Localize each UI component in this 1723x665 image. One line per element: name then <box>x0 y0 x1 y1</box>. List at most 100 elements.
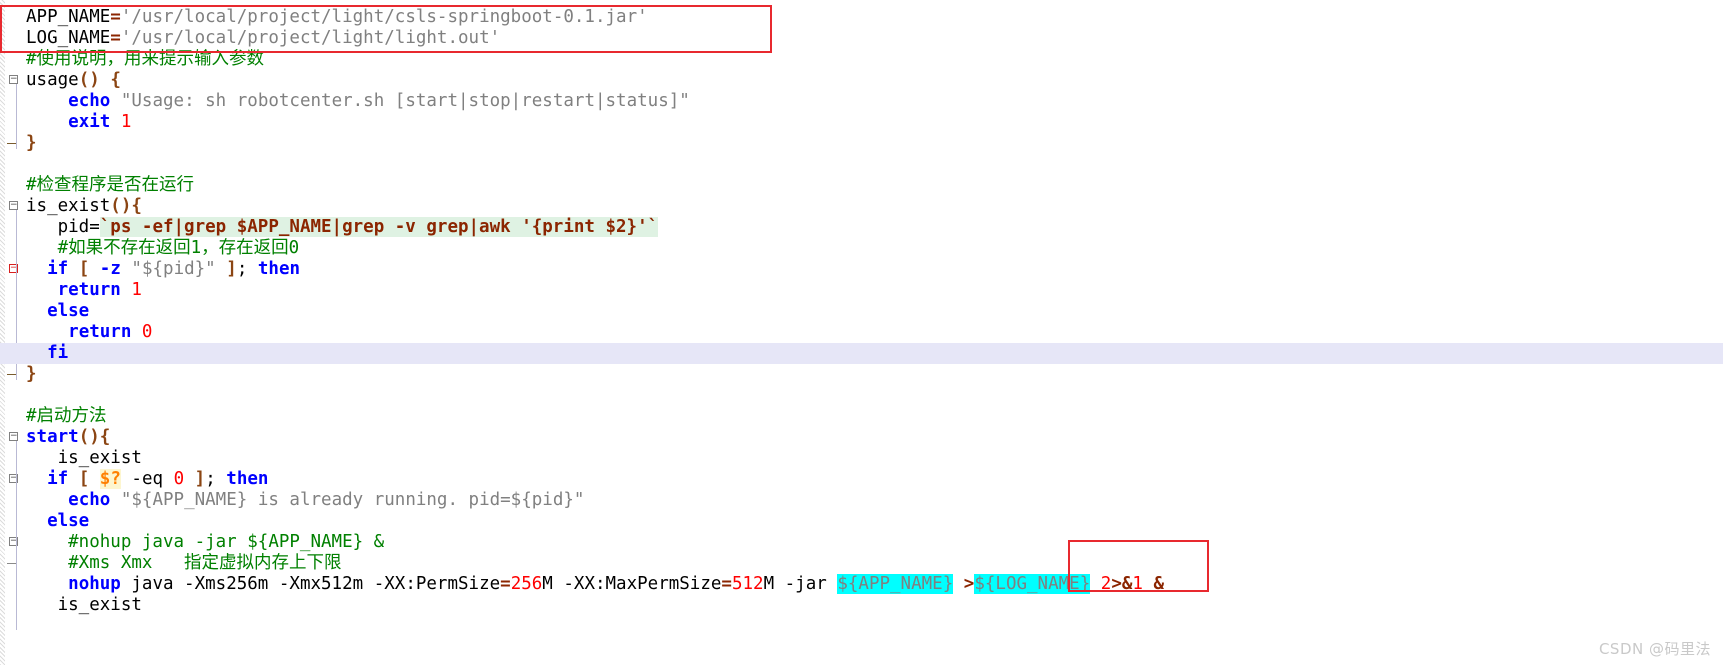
code-token: #使用说明，用来提示输入参数 <box>26 49 265 69</box>
code-line[interactable]: fi <box>0 343 1723 364</box>
code-line[interactable]: } <box>0 133 1723 154</box>
code-token: start <box>26 427 79 447</box>
code-line[interactable]: start(){ <box>0 427 1723 448</box>
code-line[interactable]: #检查程序是否在运行 <box>0 175 1723 196</box>
code-line[interactable]: LOG_NAME='/usr/local/project/light/light… <box>0 28 1723 49</box>
code-token: > <box>963 574 975 594</box>
code-token: 1 <box>131 280 142 300</box>
code-token: #Xms Xmx 指定虚拟内存上下限 <box>26 553 342 573</box>
code-token: #启动方法 <box>26 406 107 426</box>
code-token: pid= <box>57 217 100 237</box>
code-line[interactable]: pid=`ps -ef|grep $APP_NAME|grep -v grep|… <box>0 217 1723 238</box>
code-line[interactable]: #nohup java -jar ${APP_NAME} & <box>0 532 1723 553</box>
code-token: >& <box>1111 574 1133 594</box>
code-token: ${LOG_NAME} <box>974 574 1091 594</box>
code-token: is_exist <box>26 448 142 468</box>
code-token: $? <box>99 469 121 489</box>
code-line[interactable]: #启动方法 <box>0 406 1723 427</box>
code-line[interactable]: usage() { <box>0 70 1723 91</box>
code-line[interactable]: if [ -z "${pid}" ]; then <box>0 259 1723 280</box>
code-line[interactable]: exit 1 <box>0 112 1723 133</box>
code-line[interactable] <box>0 154 1723 175</box>
code-token: else <box>47 511 90 531</box>
code-token: 1 <box>120 112 132 132</box>
code-line[interactable]: } <box>0 364 1723 385</box>
code-line[interactable]: is_exist <box>0 448 1723 469</box>
code-line[interactable]: is_exist(){ <box>0 196 1723 217</box>
code-token: "${pid}" <box>131 259 216 279</box>
code-token: '/usr/local/project/light/light.out' <box>120 28 501 48</box>
code-token: #nohup java -jar ${APP_NAME} & <box>26 532 385 552</box>
code-line[interactable]: echo "${APP_NAME} is already running. pi… <box>0 490 1723 511</box>
code-token: = <box>110 7 121 27</box>
code-token: if <box>47 469 69 489</box>
code-token: 512 <box>731 574 764 594</box>
code-token: 1 <box>1132 574 1143 594</box>
code-token: [ <box>78 259 90 279</box>
code-line[interactable]: return 0 <box>0 322 1723 343</box>
code-token: = <box>721 574 732 594</box>
code-token: M -XX:MaxPermSize <box>542 574 722 594</box>
code-token: = <box>500 574 511 594</box>
code-token: nohup <box>68 574 121 594</box>
code-token: then <box>226 469 269 489</box>
code-token: ; <box>236 259 258 279</box>
code-token: then <box>257 259 301 279</box>
code-line[interactable]: is_exist <box>0 595 1723 616</box>
code-editor[interactable]: − − − − − − APP_NAME='/usr/local/project/ligh… <box>0 0 1723 665</box>
code-token: -z <box>99 259 121 279</box>
code-token: (){ <box>78 427 111 447</box>
code-line[interactable]: if [ $? -eq 0 ]; then <box>0 469 1723 490</box>
code-token: & <box>1153 574 1165 594</box>
code-token: else <box>47 301 90 321</box>
code-token: return <box>68 322 132 342</box>
code-line[interactable]: return 1 <box>0 280 1723 301</box>
code-line[interactable]: #如果不存在返回1，存在返回0 <box>0 238 1723 259</box>
code-token: M -jar <box>763 574 838 594</box>
code-token: usage <box>26 70 79 90</box>
code-content[interactable]: APP_NAME='/usr/local/project/light/csls-… <box>0 7 1723 616</box>
code-token: is_exist <box>26 595 142 615</box>
code-token: java -Xms256m -Xmx512m -XX:PermSize <box>120 574 501 594</box>
code-token: } <box>26 364 37 384</box>
code-line[interactable]: APP_NAME='/usr/local/project/light/csls-… <box>0 7 1723 28</box>
code-line[interactable]: nohup java -Xms256m -Xmx512m -XX:PermSiz… <box>0 574 1723 595</box>
code-token: = <box>110 28 121 48</box>
code-line[interactable]: echo "Usage: sh robotcenter.sh [start|st… <box>0 91 1723 112</box>
code-token: { <box>110 70 121 90</box>
code-token: ] <box>226 259 237 279</box>
code-line[interactable]: else <box>0 511 1723 532</box>
code-token: echo <box>68 91 111 111</box>
code-line[interactable]: #使用说明，用来提示输入参数 <box>0 49 1723 70</box>
code-token: 2 <box>1100 574 1112 594</box>
code-token: '/usr/local/project/light/csls-springboo… <box>120 7 648 27</box>
code-line[interactable] <box>0 385 1723 406</box>
code-token: #如果不存在返回1，存在返回0 <box>26 238 300 258</box>
code-token: `ps -ef|grep $APP_NAME|grep -v grep|awk … <box>99 217 659 237</box>
code-line[interactable]: #Xms Xmx 指定虚拟内存上下限 <box>0 553 1723 574</box>
code-line[interactable]: else <box>0 301 1723 322</box>
code-token: is_exist <box>26 196 111 216</box>
